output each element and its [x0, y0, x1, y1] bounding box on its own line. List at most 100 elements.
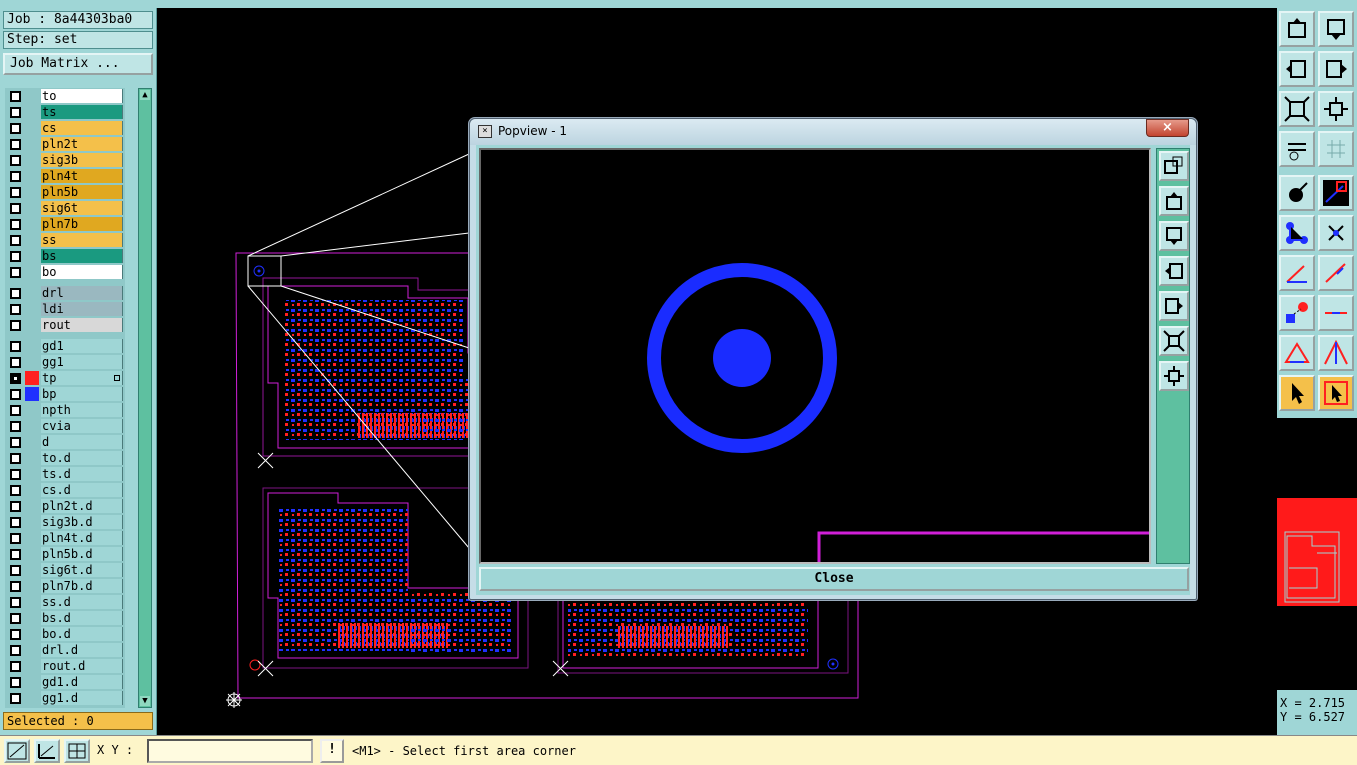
- layer-name[interactable]: gd1: [41, 339, 123, 353]
- layer-row[interactable]: pln2t: [5, 136, 125, 152]
- layer-name[interactable]: tp: [41, 371, 123, 385]
- overview-panel[interactable]: [1277, 418, 1357, 688]
- layer-checkbox[interactable]: [10, 357, 21, 368]
- layer-name[interactable]: bp: [41, 387, 123, 401]
- layer-row[interactable]: pln7b: [5, 216, 125, 232]
- select-pad-button[interactable]: [1279, 175, 1315, 211]
- layer-name[interactable]: bo.d: [41, 627, 123, 641]
- pv-zoom-window-button[interactable]: [1159, 151, 1189, 181]
- layer-row[interactable]: pln5b.d: [5, 546, 125, 562]
- layer-row[interactable]: sig3b: [5, 152, 125, 168]
- layer-row[interactable]: ts.d: [5, 466, 125, 482]
- pv-zoom-fit-button[interactable]: [1159, 326, 1189, 356]
- layer-row[interactable]: drl.d: [5, 642, 125, 658]
- pointer-select-button[interactable]: [1318, 375, 1354, 411]
- layer-name[interactable]: pln2t.d: [41, 499, 123, 513]
- layer-color-swatch[interactable]: [25, 371, 39, 385]
- layer-checkbox[interactable]: [10, 629, 21, 640]
- layer-name[interactable]: pln4t: [41, 169, 123, 183]
- layer-color-swatch[interactable]: [25, 387, 39, 401]
- layer-checkbox[interactable]: [10, 437, 21, 448]
- triangle-tool-button[interactable]: [1279, 335, 1315, 371]
- layer-checkbox[interactable]: [10, 219, 21, 230]
- layer-checkbox[interactable]: [10, 581, 21, 592]
- mirror-tool-button[interactable]: [1318, 335, 1354, 371]
- layer-scrollbar[interactable]: ▲ ▼: [138, 88, 152, 708]
- layer-row[interactable]: gg1: [5, 354, 125, 370]
- layer-row[interactable]: sig6t.d: [5, 562, 125, 578]
- layer-name[interactable]: ldi: [41, 302, 123, 316]
- layer-checkbox[interactable]: [10, 469, 21, 480]
- layer-row[interactable]: pln2t.d: [5, 498, 125, 514]
- layer-name[interactable]: d: [41, 435, 123, 449]
- layer-checkbox[interactable]: [10, 155, 21, 166]
- popview-canvas[interactable]: [479, 148, 1151, 564]
- layer-checkbox[interactable]: [10, 171, 21, 182]
- layer-checkbox[interactable]: [10, 613, 21, 624]
- net-select-button[interactable]: [1279, 215, 1315, 251]
- pv-pan-down-button[interactable]: [1159, 221, 1189, 251]
- layer-row[interactable]: pln5b: [5, 184, 125, 200]
- layer-checkbox[interactable]: [10, 533, 21, 544]
- layer-name[interactable]: sig6t.d: [41, 563, 123, 577]
- layer-checkbox[interactable]: [10, 549, 21, 560]
- layer-checkbox[interactable]: [10, 661, 21, 672]
- layer-row[interactable]: gd1: [5, 338, 125, 354]
- line-tool-button[interactable]: [1318, 255, 1354, 291]
- layer-name[interactable]: ts: [41, 105, 123, 119]
- layer-checkbox[interactable]: [10, 485, 21, 496]
- layer-row[interactable]: cs.d: [5, 482, 125, 498]
- layer-checkbox[interactable]: [10, 107, 21, 118]
- layer-name[interactable]: ts.d: [41, 467, 123, 481]
- layer-name[interactable]: drl: [41, 286, 123, 300]
- layer-row[interactable]: pln4t.d: [5, 530, 125, 546]
- layer-checkbox[interactable]: [10, 501, 21, 512]
- pan-right-button[interactable]: [1318, 51, 1354, 87]
- pan-down-button[interactable]: [1318, 11, 1354, 47]
- warning-button[interactable]: !: [320, 739, 344, 763]
- layer-row[interactable]: gd1.d: [5, 674, 125, 690]
- layer-row[interactable]: bs: [5, 248, 125, 264]
- move-tool-button[interactable]: [1279, 295, 1315, 331]
- zoom-center-button[interactable]: [1318, 91, 1354, 127]
- layer-name[interactable]: to: [41, 89, 123, 103]
- grid-button[interactable]: [1318, 131, 1354, 167]
- layer-name[interactable]: ss.d: [41, 595, 123, 609]
- layer-name[interactable]: rout.d: [41, 659, 123, 673]
- layer-checkbox[interactable]: [10, 405, 21, 416]
- pv-pan-left-button[interactable]: [1159, 256, 1189, 286]
- layer-checkbox[interactable]: [10, 453, 21, 464]
- layer-row[interactable]: drl: [5, 285, 125, 301]
- pv-zoom-center-button[interactable]: [1159, 361, 1189, 391]
- layer-checkbox[interactable]: [10, 288, 21, 299]
- angle-tool-button[interactable]: [1279, 255, 1315, 291]
- layer-name[interactable]: to.d: [41, 451, 123, 465]
- layer-row[interactable]: cvia: [5, 418, 125, 434]
- layer-name[interactable]: sig3b.d: [41, 515, 123, 529]
- layer-row[interactable]: d: [5, 434, 125, 450]
- layer-row[interactable]: pln7b.d: [5, 578, 125, 594]
- layer-name[interactable]: rout: [41, 318, 123, 332]
- layer-name[interactable]: ss: [41, 233, 123, 247]
- layer-row[interactable]: sig6t: [5, 200, 125, 216]
- layer-checkbox[interactable]: [10, 565, 21, 576]
- measure-tool-button[interactable]: [1279, 131, 1315, 167]
- layer-row[interactable]: to: [5, 88, 125, 104]
- layer-checkbox[interactable]: [10, 389, 21, 400]
- layer-checkbox[interactable]: [10, 203, 21, 214]
- layer-row[interactable]: gg1.d: [5, 690, 125, 706]
- pv-pan-right-button[interactable]: [1159, 291, 1189, 321]
- layer-name[interactable]: gg1.d: [41, 691, 123, 705]
- scroll-up-icon[interactable]: ▲: [140, 90, 150, 100]
- select-line-button[interactable]: [1318, 175, 1354, 211]
- layer-checkbox[interactable]: [10, 373, 21, 384]
- layer-checkbox[interactable]: [10, 235, 21, 246]
- layer-checkbox[interactable]: [10, 123, 21, 134]
- pan-up-button[interactable]: [1279, 11, 1315, 47]
- cut-line-button[interactable]: [1318, 295, 1354, 331]
- layer-name[interactable]: pln4t.d: [41, 531, 123, 545]
- layer-checkbox[interactable]: [10, 677, 21, 688]
- layer-name[interactable]: pln7b.d: [41, 579, 123, 593]
- layer-row[interactable]: ss.d: [5, 594, 125, 610]
- layer-name[interactable]: pln2t: [41, 137, 123, 151]
